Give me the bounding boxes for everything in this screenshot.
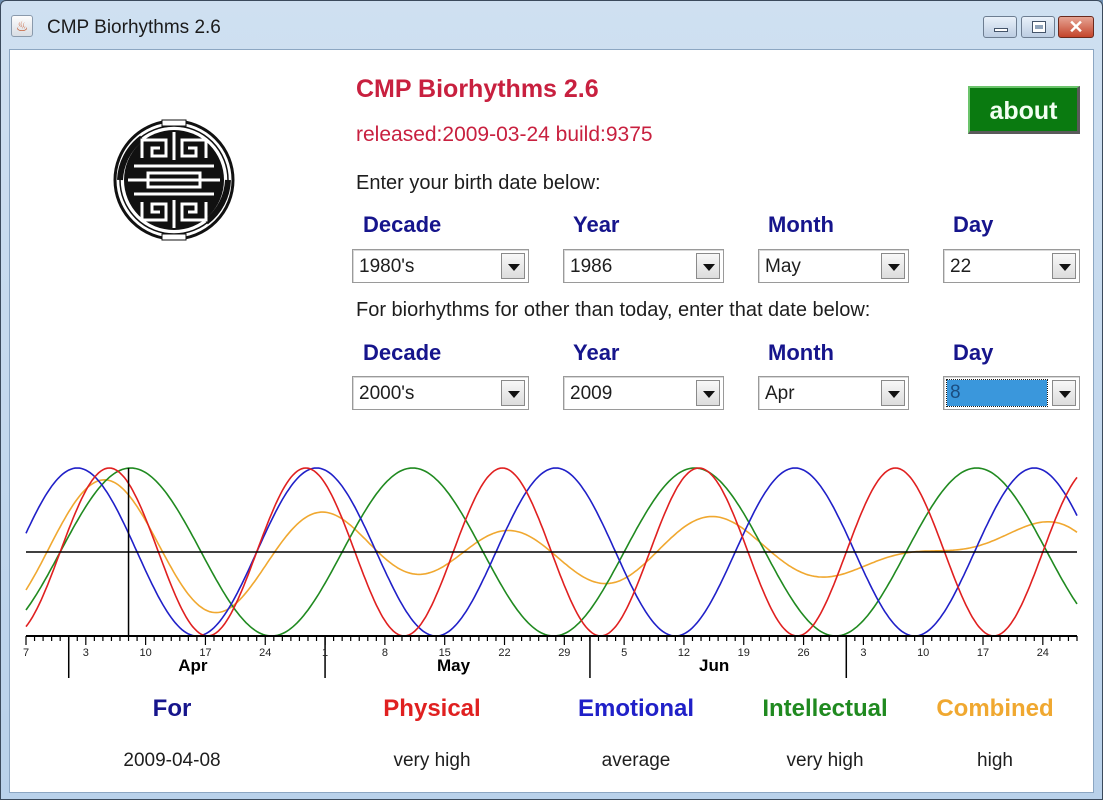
tick-label: 12 [678,647,690,659]
summary-combined-value: high [977,750,1013,771]
tick-label: 24 [1037,647,1049,659]
series-line-combined [25,478,1078,614]
tick-label: 3 [860,647,866,659]
birth-year-label: Year [573,212,620,237]
chevron-down-icon[interactable] [881,253,905,279]
birth-day-value: 22 [950,256,972,277]
target-day-label: Day [953,340,994,365]
birth-month-select[interactable]: May [758,249,909,283]
target-decade-value: 2000's [359,383,415,404]
target-decade-label: Decade [363,340,442,365]
target-decade-select[interactable]: 2000's [352,376,529,410]
summary-header-physical: Physical [383,695,481,722]
target-month-select[interactable]: Apr [758,376,909,410]
chevron-down-icon[interactable] [1052,380,1076,406]
birth-month-value: May [765,256,801,277]
tick-label: 22 [498,647,510,659]
chevron-down-icon[interactable] [696,380,720,406]
summary-date: 2009-04-08 [123,750,221,771]
month-label: Jun [699,656,729,675]
tick-label: 17 [199,647,211,659]
target-year-label: Year [573,340,620,365]
birth-month-label: Month [768,212,834,237]
shou-symbol-logo-icon [113,119,235,241]
tick-label: 5 [621,647,627,659]
tick-label: 3 [83,647,89,659]
minimize-button[interactable] [983,16,1017,38]
target-month-label: Month [768,340,834,365]
birth-decade-select[interactable]: 1980's [352,249,529,283]
tick-label: 10 [917,647,929,659]
window-title: CMP Biorhythms 2.6 [47,17,221,38]
summary-header-intellectual: Intellectual [762,695,888,722]
birth-date-prompt: Enter your birth date below: [356,172,601,194]
target-year-value: 2009 [570,383,613,404]
summary-physical-value: very high [393,750,471,771]
birth-year-select[interactable]: 1986 [563,249,724,283]
java-cup-icon: ♨ [11,15,33,37]
target-month-value: Apr [765,383,795,404]
birth-day-select[interactable]: 22 [943,249,1080,283]
summary-header-for: For [152,695,192,722]
tick-label: 1 [322,647,328,659]
release-info: released:2009-03-24 build:9375 [356,123,653,146]
maximize-button[interactable] [1021,16,1055,38]
birth-year-value: 1986 [570,256,613,277]
close-icon: ✕ [1068,17,1084,37]
chevron-down-icon[interactable] [881,380,905,406]
tick-label: 26 [797,647,809,659]
target-date-prompt: For biorhythms for other than today, ent… [356,299,871,321]
tick-label: 8 [382,647,388,659]
tick-label: 15 [439,647,451,659]
chevron-down-icon[interactable] [501,253,525,279]
biorhythm-chart[interactable]: 7Apr3 10 17 24May1 8 15 22 29Jun5 12 19 26 3 10 17 24 [10,450,1095,690]
about-button[interactable]: about [968,86,1080,134]
birth-decade-label: Decade [363,212,442,237]
minimize-icon [994,28,1008,32]
title-bar[interactable]: ♨ CMP Biorhythms 2.6 ✕ [1,1,1102,49]
summary-header-combined: Combined [936,695,1054,722]
summary-intellectual-value: very high [786,750,864,771]
tick-label: 19 [738,647,750,659]
tick-label: 29 [558,647,570,659]
summary-emotional-value: average [601,750,671,771]
chevron-down-icon[interactable] [1052,253,1076,279]
tick-label: 17 [977,647,989,659]
birth-day-label: Day [953,212,994,237]
app-window: ♨ CMP Biorhythms 2.6 ✕ CMP Biorhythms 2.… [0,0,1103,800]
tick-label: 24 [259,647,271,659]
close-button[interactable]: ✕ [1058,16,1094,38]
summary-header-emotional: Emotional [577,695,695,722]
chevron-down-icon[interactable] [501,380,525,406]
target-day-value: 8 [946,379,1048,407]
client-area: CMP Biorhythms 2.6 released:2009-03-24 b… [9,49,1094,793]
target-day-select[interactable]: 8 [943,376,1080,410]
tick-label: 7 [23,647,29,659]
app-title: CMP Biorhythms 2.6 [356,75,599,103]
target-year-select[interactable]: 2009 [563,376,724,410]
chevron-down-icon[interactable] [696,253,720,279]
tick-label: 10 [140,647,152,659]
maximize-icon [1032,21,1046,33]
birth-decade-value: 1980's [359,256,415,277]
